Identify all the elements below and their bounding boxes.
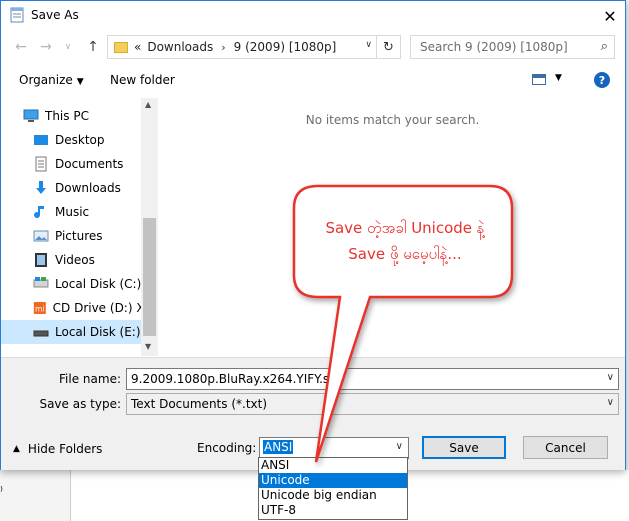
file-name-value: 9.2009.1080p.BluRay.x264.YIFY.srt: [131, 372, 339, 386]
notepad-icon: [10, 7, 24, 23]
nav-item-documents[interactable]: Documents: [1, 152, 141, 176]
nav-item-music[interactable]: Music: [1, 200, 141, 224]
encoding-dropdown-list: ANSI Unicode Unicode big endian UTF-8: [258, 457, 408, 520]
nav-scrollbar[interactable]: ▲ ▼: [141, 98, 158, 356]
address-bar[interactable]: « Downloads › 9 (2009) [1080p] ∨ ↻: [107, 35, 401, 59]
callout-line-2: Save ဖို့ မမေ့ပါနဲ့...: [348, 245, 462, 263]
music-icon: [34, 206, 44, 219]
nav-label: Pictures: [55, 229, 103, 243]
desktop-icon: [34, 135, 48, 145]
save-type-dropdown-icon[interactable]: ∨: [607, 397, 614, 408]
nav-item-cd-drive[interactable]: mi CD Drive (D:) XIA: [1, 296, 141, 320]
nav-item-downloads[interactable]: Downloads: [1, 176, 141, 200]
save-options-panel: File name: 9.2009.1080p.BluRay.x264.YIFY…: [1, 357, 625, 470]
cd-drive-icon: mi: [33, 302, 46, 314]
nav-item-local-disk-c[interactable]: Local Disk (C:): [1, 272, 141, 296]
nav-item-this-pc[interactable]: This PC: [1, 104, 141, 128]
title-bar: Save As ✕: [1, 1, 625, 31]
nav-label: CD Drive (D:) XIA: [52, 301, 141, 315]
breadcrumb-current-folder[interactable]: 9 (2009) [1080p]: [234, 40, 337, 54]
nav-item-pictures[interactable]: Pictures: [1, 224, 141, 248]
save-button[interactable]: Save: [422, 436, 506, 459]
downloads-icon: [36, 181, 46, 194]
view-options-icon[interactable]: [532, 74, 546, 85]
search-placeholder: Search 9 (2009) [1080p]: [420, 40, 568, 54]
new-folder-button[interactable]: New folder: [110, 73, 175, 87]
encoding-dropdown-icon[interactable]: ∨: [396, 441, 403, 452]
encoding-select[interactable]: ANSI ∨: [259, 437, 409, 459]
breadcrumb-downloads[interactable]: Downloads: [147, 40, 213, 54]
nav-item-videos[interactable]: Videos: [1, 248, 141, 272]
nav-label: Videos: [55, 253, 95, 267]
search-input[interactable]: Search 9 (2009) [1080p] ⌕: [410, 35, 615, 59]
save-type-label: Save as type:: [39, 397, 121, 411]
search-icon: ⌕: [600, 39, 608, 54]
address-dropdown-icon[interactable]: ∨: [365, 40, 372, 50]
svg-text:mi: mi: [35, 304, 45, 313]
file-name-field[interactable]: 9.2009.1080p.BluRay.x264.YIFY.srt ∨: [126, 368, 619, 390]
window-title: Save As: [31, 8, 79, 22]
view-dropdown-icon[interactable]: ▼: [555, 73, 562, 83]
encoding-option-unicode-big-endian[interactable]: Unicode big endian: [259, 488, 407, 503]
folder-icon: [114, 41, 128, 53]
computer-icon: [23, 109, 39, 122]
videos-icon: [35, 253, 47, 267]
callout-text: Save တဲ့အခါ Unicode နဲ့ Save ဖို့ မမေ့ပါ…: [300, 215, 510, 267]
callout-line-1: Save တဲ့အခါ Unicode နဲ့: [325, 219, 485, 237]
recent-locations-chevron-icon[interactable]: ∨: [58, 37, 78, 57]
documents-icon: [35, 156, 47, 172]
breadcrumb-separator-icon[interactable]: ›: [221, 41, 225, 54]
nav-label: Local Disk (C:): [54, 277, 141, 291]
local-disk-icon: [33, 277, 49, 288]
organize-label: Organize: [19, 73, 73, 87]
nav-item-local-disk-e[interactable]: Local Disk (E:): [1, 320, 141, 344]
navigation-pane: This PC Desktop Documents Downloads Musi…: [1, 98, 158, 356]
encoding-option-unicode[interactable]: Unicode: [259, 473, 407, 488]
scroll-thumb[interactable]: [143, 218, 156, 336]
nav-label: Music: [55, 205, 90, 219]
nav-label: This PC: [45, 109, 89, 123]
organize-caret-icon: ▼: [76, 77, 84, 87]
file-name-dropdown-icon[interactable]: ∨: [607, 372, 614, 383]
background-glyph: ⁾: [0, 484, 3, 498]
pictures-icon: [33, 230, 49, 242]
breadcrumb-overflow[interactable]: «: [134, 40, 141, 54]
scroll-up-icon[interactable]: ▲: [145, 100, 151, 109]
nav-label: Downloads: [55, 181, 121, 195]
forward-arrow-icon[interactable]: →: [36, 37, 56, 57]
up-arrow-icon[interactable]: ↑: [83, 37, 103, 57]
local-disk-icon: [33, 330, 49, 337]
refresh-icon[interactable]: ↻: [376, 36, 400, 58]
empty-results-message: No items match your search.: [305, 113, 480, 127]
nav-label: Documents: [55, 157, 124, 171]
save-type-select[interactable]: Text Documents (*.txt) ∨: [126, 393, 619, 415]
help-icon[interactable]: ?: [594, 72, 610, 88]
address-row: ← → ∨ ↑ « Downloads › 9 (2009) [1080p] ∨…: [1, 31, 625, 63]
command-bar: Organize ▼ New folder ▼ ?: [1, 67, 625, 95]
scroll-down-icon[interactable]: ▼: [145, 342, 151, 351]
save-type-value: Text Documents (*.txt): [131, 397, 268, 411]
chevron-up-icon: ▲: [13, 444, 20, 454]
organize-button[interactable]: Organize ▼: [19, 73, 84, 87]
nav-item-desktop[interactable]: Desktop: [1, 128, 141, 152]
nav-label: Local Disk (E:): [55, 325, 141, 339]
encoding-option-ansi[interactable]: ANSI: [259, 458, 407, 473]
cancel-button[interactable]: Cancel: [523, 436, 608, 459]
back-arrow-icon[interactable]: ←: [11, 37, 31, 57]
encoding-option-utf8[interactable]: UTF-8: [259, 503, 407, 518]
hide-folders-label: Hide Folders: [27, 442, 103, 456]
close-button[interactable]: ✕: [595, 1, 625, 31]
hide-folders-button[interactable]: ▲ Hide Folders: [13, 442, 102, 456]
encoding-value: ANSI: [263, 440, 294, 454]
file-name-label: File name:: [59, 372, 121, 386]
nav-label: Desktop: [55, 133, 105, 147]
encoding-label: Encoding:: [197, 441, 257, 455]
